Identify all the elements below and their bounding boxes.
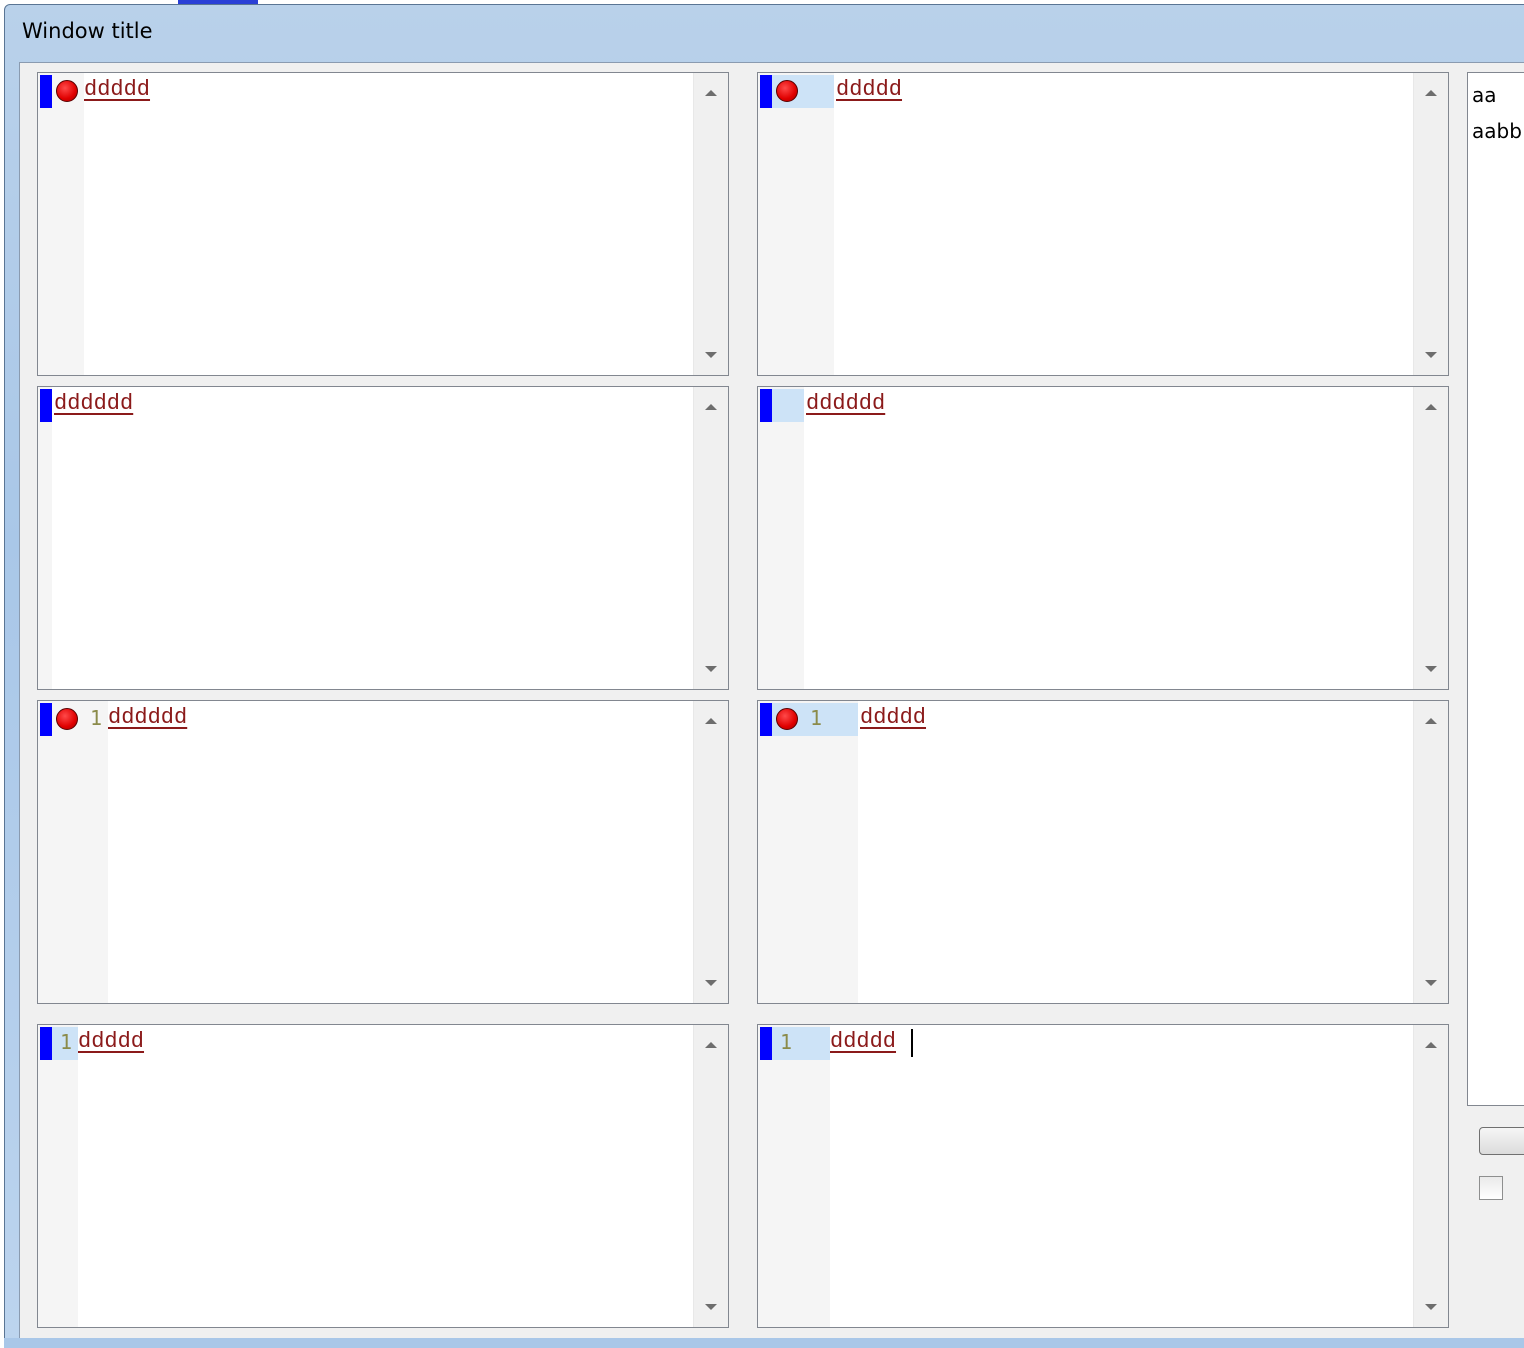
vertical-scrollbar[interactable] — [1413, 387, 1448, 689]
text-caret — [911, 1029, 913, 1057]
code-line[interactable]: ddddd — [860, 705, 926, 730]
breakpoint-icon[interactable] — [56, 708, 78, 730]
scroll-down-icon[interactable] — [1425, 1304, 1437, 1310]
vertical-scrollbar[interactable] — [1413, 73, 1448, 375]
vertical-scrollbar[interactable] — [693, 73, 728, 375]
window-title: Window title — [22, 19, 153, 43]
vertical-scrollbar[interactable] — [693, 1025, 728, 1327]
list-item[interactable]: aa — [1472, 83, 1497, 107]
scroll-down-icon[interactable] — [705, 1304, 717, 1310]
scroll-down-icon[interactable] — [705, 666, 717, 672]
editor-gutter — [38, 387, 52, 689]
code-line[interactable]: dddddd — [806, 391, 885, 416]
scroll-up-icon[interactable] — [705, 90, 717, 96]
scroll-up-icon[interactable] — [1425, 1042, 1437, 1048]
scroll-down-icon[interactable] — [705, 980, 717, 986]
bookmark-marker — [40, 703, 52, 736]
scroll-up-icon[interactable] — [1425, 404, 1437, 410]
bookmark-marker — [760, 1027, 772, 1060]
code-editor-8[interactable]: 1 ddddd — [757, 1024, 1449, 1328]
code-line[interactable]: ddddd — [84, 77, 150, 102]
vertical-scrollbar[interactable] — [1413, 701, 1448, 1003]
bookmark-marker — [760, 703, 772, 736]
code-line[interactable]: dddddd — [54, 391, 133, 416]
bookmark-marker — [40, 1027, 52, 1060]
item-listbox[interactable]: aa aabb — [1467, 72, 1524, 1106]
scroll-up-icon[interactable] — [705, 404, 717, 410]
code-editor-5[interactable]: 1 dddddd — [37, 700, 729, 1004]
editor-gutter — [758, 387, 804, 689]
breakpoint-icon[interactable] — [776, 708, 798, 730]
bookmark-marker — [40, 75, 52, 108]
editor-gutter — [758, 1025, 830, 1327]
line-number: 1 — [810, 706, 823, 730]
breakpoint-icon[interactable] — [776, 80, 798, 102]
code-editor-4[interactable]: dddddd — [757, 386, 1449, 690]
code-editor-6[interactable]: 1 ddddd — [757, 700, 1449, 1004]
code-line[interactable]: ddddd — [830, 1029, 896, 1054]
editor-gutter — [38, 73, 84, 375]
vertical-scrollbar[interactable] — [1413, 1025, 1448, 1327]
code-line[interactable]: ddddd — [836, 77, 902, 102]
scroll-down-icon[interactable] — [1425, 980, 1437, 986]
code-line[interactable]: dddddd — [108, 705, 187, 730]
line-number: 1 — [90, 706, 103, 730]
scroll-up-icon[interactable] — [705, 718, 717, 724]
scroll-down-icon[interactable] — [705, 352, 717, 358]
scroll-down-icon[interactable] — [1425, 666, 1437, 672]
scroll-up-icon[interactable] — [1425, 90, 1437, 96]
breakpoint-icon[interactable] — [56, 80, 78, 102]
editor-gutter — [758, 701, 858, 1003]
code-editor-2[interactable]: ddddd — [757, 72, 1449, 376]
scroll-up-icon[interactable] — [1425, 718, 1437, 724]
bookmark-marker — [40, 389, 52, 422]
code-editor-3[interactable]: dddddd — [37, 386, 729, 690]
editor-gutter — [38, 701, 108, 1003]
bookmark-marker — [760, 75, 772, 108]
current-line-highlight — [760, 703, 858, 736]
code-editor-1[interactable]: ddddd — [37, 72, 729, 376]
vertical-scrollbar[interactable] — [693, 701, 728, 1003]
scroll-up-icon[interactable] — [705, 1042, 717, 1048]
scroll-down-icon[interactable] — [1425, 352, 1437, 358]
editor-gutter — [758, 73, 834, 375]
option-checkbox[interactable] — [1479, 1176, 1503, 1200]
code-line[interactable]: ddddd — [78, 1029, 144, 1054]
code-editor-7[interactable]: 1 ddddd — [37, 1024, 729, 1328]
action-button[interactable] — [1479, 1127, 1524, 1155]
editor-gutter — [38, 1025, 78, 1327]
line-number: 1 — [780, 1030, 793, 1054]
list-item[interactable]: aabb — [1472, 119, 1522, 143]
line-number: 1 — [60, 1030, 73, 1054]
window-bottom-frame — [4, 1338, 1524, 1348]
bookmark-marker — [760, 389, 772, 422]
vertical-scrollbar[interactable] — [693, 387, 728, 689]
